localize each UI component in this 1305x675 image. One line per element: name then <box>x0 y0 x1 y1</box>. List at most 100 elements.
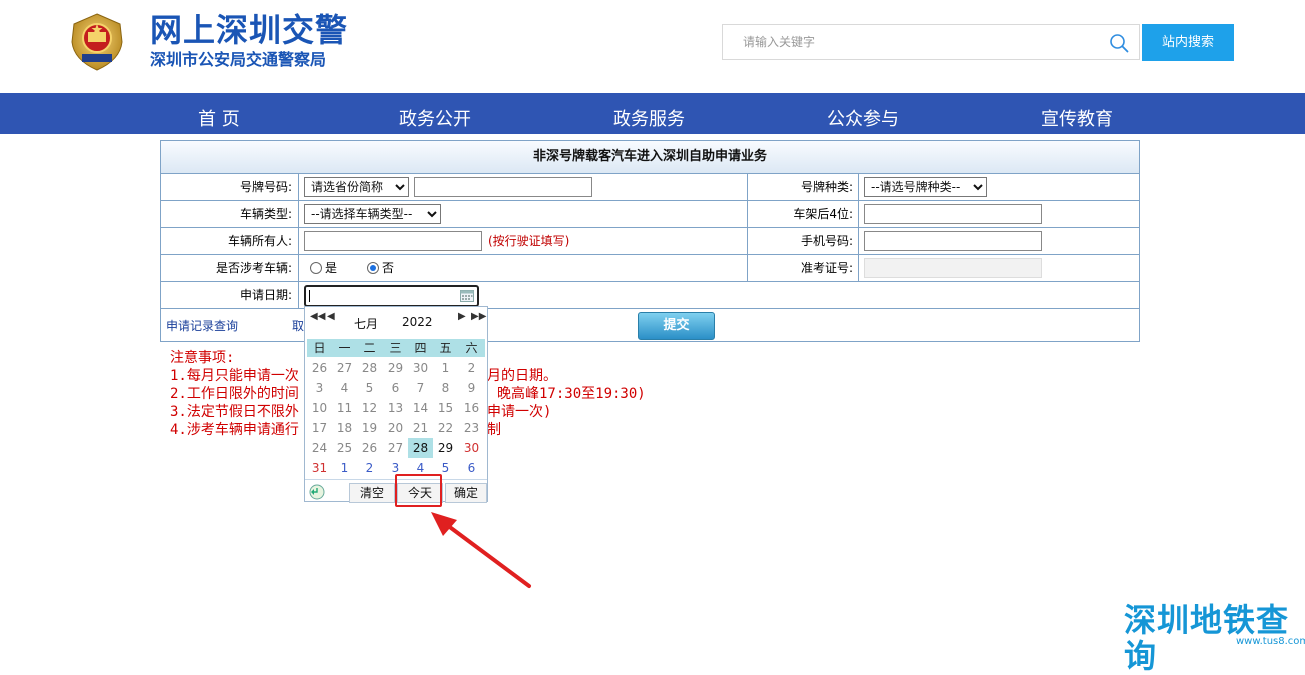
calendar-day[interactable]: 17 <box>307 418 332 438</box>
calendar-day[interactable]: 28 <box>408 438 433 458</box>
province-select[interactable]: 请选省份简称 <box>304 177 409 197</box>
search-box <box>722 24 1140 60</box>
application-record-link[interactable]: 申请记录查询 <box>166 309 238 343</box>
watermark-url: www.tus8.com <box>1236 636 1305 647</box>
calendar-day[interactable]: 19 <box>357 418 382 438</box>
weekday-label: 五 <box>439 341 452 355</box>
calendar-day[interactable]: 15 <box>433 398 458 418</box>
vehicle-type-select[interactable]: --请选择车辆类型-- <box>304 204 441 224</box>
next-month-icon[interactable]: ▶ <box>458 311 466 322</box>
month-label[interactable]: 七月 <box>354 315 378 332</box>
nav-item-government-services[interactable]: 政务服务 <box>613 93 685 134</box>
calendar-day[interactable]: 29 <box>433 438 458 458</box>
notice-line: 4.涉考车辆申请通行 <box>170 422 299 438</box>
calendar-day[interactable]: 27 <box>332 358 357 378</box>
main-nav: 首 页 政务公开 政务服务 公众参与 宣传教育 <box>0 93 1305 134</box>
form-row-date: 申请日期: <box>161 282 1139 309</box>
text-cursor <box>309 290 310 302</box>
weekday-label: 四 <box>414 341 427 355</box>
calendar-day[interactable]: 10 <box>307 398 332 418</box>
calendar-day[interactable]: 11 <box>332 398 357 418</box>
calendar-day[interactable]: 9 <box>459 378 484 398</box>
calendar-day[interactable]: 21 <box>408 418 433 438</box>
calendar-day[interactable]: 3 <box>307 378 332 398</box>
notice-tail: 晚高峰17:30至19:30) <box>497 386 646 402</box>
calendar-day[interactable]: 1 <box>433 358 458 378</box>
prev-month-icon[interactable]: ◀ <box>327 311 335 322</box>
calendar-day[interactable]: 7 <box>408 378 433 398</box>
plate-type-select[interactable]: --请选号牌种类-- <box>864 177 987 197</box>
clock-icon[interactable] <box>309 484 325 500</box>
site-search-button[interactable]: 站内搜索 <box>1142 24 1234 61</box>
notice-section: 注意事项: 1.每月只能申请一次 2.工作日限外的时间 3.法定节假日不限外 4… <box>170 349 299 439</box>
form-row-exam: 是否涉考车辆: 是 否 准考证号: <box>161 255 1139 282</box>
phone-input[interactable] <box>864 231 1042 251</box>
form-row-plate: 号牌号码: 请选省份简称 号牌种类: --请选号牌种类-- <box>161 174 1139 201</box>
calendar-day[interactable]: 26 <box>357 438 382 458</box>
vin-input[interactable] <box>864 204 1042 224</box>
plate-type-label: 号牌种类: <box>800 180 853 194</box>
nav-item-home[interactable]: 首 页 <box>198 93 240 134</box>
nav-item-publicity-education[interactable]: 宣传教育 <box>1041 93 1113 134</box>
owner-input[interactable] <box>304 231 482 251</box>
exam-no-label: 否 <box>382 261 395 275</box>
prev-year-icon[interactable]: ◀◀ <box>310 311 325 322</box>
weekday-label: 三 <box>389 341 402 355</box>
form-row-vehicle-type: 车辆类型: --请选择车辆类型-- 车架后4位: <box>161 201 1139 228</box>
exam-id-input[interactable] <box>864 258 1042 278</box>
vehicle-type-label: 车辆类型: <box>239 207 292 221</box>
nav-item-government-affairs[interactable]: 政务公开 <box>399 93 471 134</box>
calendar-icon[interactable] <box>460 290 474 302</box>
search-input[interactable] <box>723 25 1113 59</box>
calendar-day[interactable]: 12 <box>357 398 382 418</box>
year-label[interactable]: 2022 <box>402 315 433 329</box>
calendar-day[interactable]: 6 <box>383 378 408 398</box>
calendar-day[interactable]: 26 <box>307 358 332 378</box>
search-icon[interactable] <box>1109 33 1129 53</box>
calendar-day[interactable]: 8 <box>433 378 458 398</box>
calendar-day[interactable]: 28 <box>357 358 382 378</box>
next-year-icon[interactable]: ▶▶ <box>471 311 486 322</box>
exam-yes-radio[interactable] <box>310 262 322 274</box>
exam-vehicle-label: 是否涉考车辆: <box>215 261 292 275</box>
calendar-day[interactable]: 29 <box>383 358 408 378</box>
notice-line: 2.工作日限外的时间 <box>170 386 299 402</box>
exam-no-radio[interactable] <box>367 262 379 274</box>
calendar-day[interactable]: 25 <box>332 438 357 458</box>
owner-label: 车辆所有人: <box>227 234 292 248</box>
date-label: 申请日期: <box>239 288 292 302</box>
calendar-day[interactable]: 4 <box>332 378 357 398</box>
site-title: 网上深圳交警 <box>150 11 349 49</box>
exam-yes-label: 是 <box>325 261 338 275</box>
clear-button[interactable]: 清空 <box>349 483 395 503</box>
exam-id-label: 准考证号: <box>800 261 853 275</box>
submit-button[interactable]: 提交 <box>638 312 715 340</box>
form-title: 非深号牌载客汽车进入深圳自助申请业务 <box>161 141 1139 174</box>
calendar-day[interactable]: 31 <box>307 458 332 478</box>
calendar-day[interactable]: 20 <box>383 418 408 438</box>
calendar-day[interactable]: 23 <box>459 418 484 438</box>
ok-button[interactable]: 确定 <box>445 483 487 503</box>
cancel-link[interactable]: 取 <box>292 309 304 343</box>
highlight-box <box>395 474 442 507</box>
calendar-day[interactable]: 22 <box>433 418 458 438</box>
weekday-label: 一 <box>338 341 351 355</box>
calendar-day[interactable]: 5 <box>357 378 382 398</box>
calendar-day[interactable]: 6 <box>459 458 484 478</box>
nav-item-public-participation[interactable]: 公众参与 <box>827 93 899 134</box>
calendar-day[interactable]: 30 <box>408 358 433 378</box>
notice-tail: 制 <box>487 422 501 438</box>
calendar-day[interactable]: 30 <box>459 438 484 458</box>
calendar-day[interactable]: 18 <box>332 418 357 438</box>
calendar-day[interactable]: 1 <box>332 458 357 478</box>
calendar-day[interactable]: 2 <box>459 358 484 378</box>
plate-number-input[interactable] <box>414 177 592 197</box>
calendar-day[interactable]: 24 <box>307 438 332 458</box>
calendar-day[interactable]: 16 <box>459 398 484 418</box>
calendar-day[interactable]: 2 <box>357 458 382 478</box>
calendar-day[interactable]: 13 <box>383 398 408 418</box>
date-input[interactable] <box>304 285 479 307</box>
calendar-day[interactable]: 14 <box>408 398 433 418</box>
notice-heading: 注意事项: <box>170 350 235 366</box>
calendar-day[interactable]: 27 <box>383 438 408 458</box>
